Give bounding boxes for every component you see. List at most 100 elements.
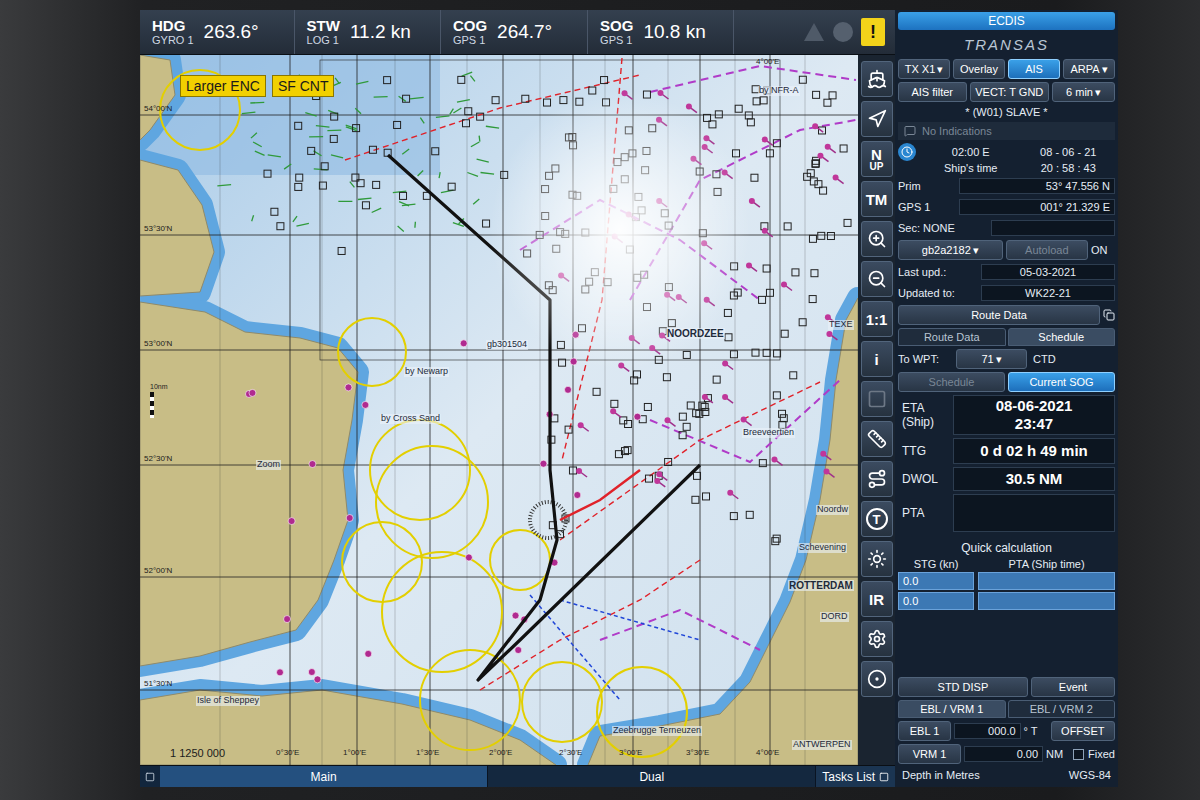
scale-bar-line (150, 392, 154, 418)
fixed-checkbox[interactable]: Fixed (1073, 745, 1115, 763)
chart-label: Zeebrugge Terneuzen (612, 726, 702, 736)
action-button[interactable]: Event (1031, 677, 1115, 697)
ebl-button[interactable]: EBL 1 (898, 721, 951, 741)
updated-to-label: Updated to: (898, 287, 978, 299)
vector-time-dropdown[interactable]: 6 min▾ (1052, 82, 1115, 102)
chart-badge[interactable]: SF CNT (272, 75, 335, 97)
longitude-value: 001° 21.329 E (959, 199, 1115, 215)
pta-field[interactable] (978, 592, 1115, 610)
vrm-value[interactable]: 0.00 (964, 746, 1043, 762)
display-tab[interactable]: Main (160, 766, 488, 787)
mode-button[interactable]: AIS (1008, 59, 1060, 79)
stg-field[interactable]: 0.0 (898, 592, 974, 610)
quick-calc-table: STG (kn)PTA (Ship time)0.00.0 (898, 558, 1115, 610)
chart-label: Isle of Sheppey (196, 696, 260, 706)
clock-icon[interactable] (898, 143, 916, 161)
tool-button[interactable] (861, 221, 893, 257)
waypoint-dropdown[interactable]: 71▾ (956, 349, 1027, 369)
readout-source: GYRO 1 (152, 34, 194, 46)
tool-button[interactable]: IR (861, 581, 893, 617)
chart-drawing[interactable] (140, 55, 858, 765)
route-tabs: Route DataSchedule (898, 328, 1115, 346)
tool-button[interactable] (861, 261, 893, 297)
ais-filter-button[interactable]: AIS filter (898, 82, 967, 102)
longitude-tick: 0°30'E (276, 749, 299, 757)
fixed-checkbox-box[interactable] (1073, 749, 1084, 760)
tool-button[interactable]: T (861, 501, 893, 537)
speed-mode-button[interactable]: Current SOG (1008, 372, 1115, 392)
message-icon (904, 125, 916, 137)
chart-label: by NFR-A (758, 86, 800, 96)
monitor-bezel: HDGGYRO 1263.6°STWLOG 111.2 knCOGGPS 126… (0, 0, 1200, 800)
panel-title: ECDIS (898, 12, 1115, 30)
tasks-square-icon (879, 772, 889, 782)
transas-logo: TRANSAS (898, 33, 1115, 56)
vrm-row: VRM 10.00NMFixed (898, 744, 1115, 764)
chart-cell-row: gb2a2182▾AutoloadON (898, 240, 1115, 260)
dwol-value: 30.5 NM (953, 467, 1115, 491)
tool-subtext: UP (870, 162, 884, 172)
depth-units: Depth in Metres (902, 769, 980, 781)
tool-button[interactable] (861, 461, 893, 497)
ship-time-label: Ship's time (924, 162, 1018, 174)
tool-button[interactable]: NUP (861, 141, 893, 177)
tool-button[interactable]: i (861, 341, 893, 377)
vector-button[interactable]: VECT: T GND (970, 82, 1050, 102)
offset-button[interactable]: OFFSET (1051, 721, 1115, 741)
display-tab[interactable]: Dual (488, 766, 816, 787)
undock-icon[interactable] (1103, 309, 1115, 321)
readout-label: STWLOG 1 (307, 18, 340, 47)
tool-icon (867, 69, 887, 89)
nav-readout: HDGGYRO 1263.6° (140, 10, 295, 54)
tool-badge: T (866, 508, 888, 530)
ttg-value: 0 d 02 h 49 min (953, 438, 1115, 464)
mode-button[interactable]: TX X1▾ (898, 59, 950, 79)
ebl-vrm-tab[interactable]: EBL / VRM 1 (898, 700, 1006, 718)
scale-bar: 10nm (150, 383, 168, 418)
tool-button[interactable] (861, 101, 893, 137)
action-button[interactable]: STD DISP (898, 677, 1028, 697)
tool-button[interactable] (861, 661, 893, 697)
section-dropdown[interactable]: Route Data (898, 305, 1100, 325)
ebl-value[interactable]: 000.0 (954, 723, 1020, 739)
chart-badge[interactable]: Larger ENC (180, 75, 266, 97)
mode-button[interactable]: Overlay (953, 59, 1005, 79)
tasks-list-button[interactable]: Tasks List (816, 766, 895, 787)
status-circle-icon[interactable] (833, 22, 853, 42)
tool-button[interactable]: TM (861, 181, 893, 217)
alarm-button[interactable]: ! (861, 18, 885, 46)
bottom-bar: MainDualTasks List (140, 765, 895, 787)
ctd-label: CTD (1033, 353, 1073, 365)
readout-label: SOGGPS 1 (600, 18, 633, 47)
longitude-tick: 1°00'E (343, 749, 366, 757)
autoload-button[interactable]: Autoload (1006, 240, 1088, 260)
latitude-tick: 53°00'N (144, 340, 172, 348)
chart-cell-dropdown[interactable]: gb2a2182▾ (898, 240, 1003, 260)
tool-button[interactable] (861, 381, 893, 417)
tool-button[interactable]: 1:1 (861, 301, 893, 337)
dwol-label: DWOL (898, 467, 950, 491)
action-row: STD DISPEvent (898, 677, 1115, 697)
autoload-state: ON (1091, 244, 1115, 256)
tool-button[interactable] (861, 621, 893, 657)
tool-button[interactable] (861, 61, 893, 97)
route-tab[interactable]: Schedule (1008, 328, 1116, 346)
chart-area[interactable]: Larger ENCSF CNT54°00'N53°30'N53°00'N52°… (140, 55, 858, 765)
datum: WGS-84 (1069, 769, 1111, 781)
date-value: 08 - 06 - 21 (1022, 146, 1116, 158)
tool-button[interactable] (861, 541, 893, 577)
ebl-vrm-tab[interactable]: EBL / VRM 2 (1008, 700, 1116, 718)
tool-button[interactable] (861, 421, 893, 457)
route-tab[interactable]: Route Data (898, 328, 1006, 346)
chart-label: by Cross Sand (380, 414, 441, 424)
warning-triangle-icon[interactable] (803, 22, 825, 42)
mode-button[interactable]: ARPA▾ (1063, 59, 1115, 79)
stg-field[interactable]: 0.0 (898, 572, 974, 590)
pta-field[interactable] (978, 572, 1115, 590)
panel-footer: Depth in Metres WGS-84 (898, 767, 1115, 783)
panel-toggle-icon[interactable] (140, 766, 160, 787)
tool-icon (867, 669, 887, 689)
scale-bar-label: 10nm (150, 383, 168, 390)
speed-mode-button[interactable]: Schedule (898, 372, 1005, 392)
vrm-button[interactable]: VRM 1 (898, 744, 961, 764)
